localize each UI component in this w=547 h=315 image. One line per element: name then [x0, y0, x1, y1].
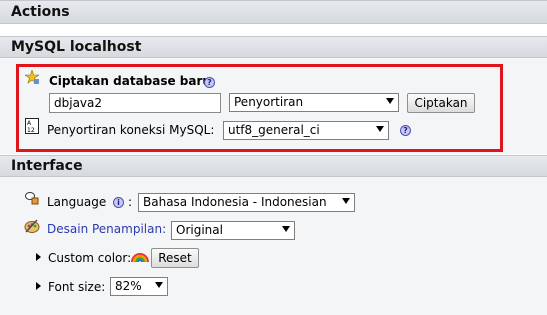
- language-icon: [25, 191, 39, 205]
- font-size-select-value: 82%: [115, 279, 142, 293]
- language-select-value: Bahasa Indonesia - Indonesian: [143, 195, 327, 209]
- theme-colon: :: [162, 222, 167, 236]
- chevron-down-icon: [282, 226, 290, 232]
- font-size-label: Font size:: [48, 280, 106, 294]
- language-colon: :: [128, 195, 133, 209]
- language-label: Language: [47, 195, 107, 209]
- theme-palette-icon: [24, 218, 40, 234]
- chevron-down-icon: [342, 198, 350, 204]
- info-icon-glyph: i: [117, 198, 120, 207]
- language-select[interactable]: Bahasa Indonesia - Indonesian: [138, 193, 355, 212]
- theme-link[interactable]: Desain Penampilan:: [47, 222, 166, 236]
- font-size-select[interactable]: 82%: [110, 277, 168, 296]
- theme-select-value: Original: [176, 223, 223, 237]
- interface-header: Interface: [0, 155, 547, 177]
- chevron-down-icon: [155, 282, 163, 288]
- mysql-header: MySQL localhost: [0, 36, 547, 58]
- actions-header: Actions: [0, 0, 547, 24]
- mysql-title: MySQL localhost: [11, 39, 142, 55]
- custom-color-label: Custom color:: [48, 251, 132, 265]
- actions-title: Actions: [11, 4, 70, 20]
- theme-label: Desain Penampilan: [47, 222, 163, 236]
- interface-title: Interface: [11, 158, 83, 174]
- expand-arrow-icon[interactable]: [36, 253, 41, 261]
- rainbow-icon: [130, 249, 150, 263]
- info-icon[interactable]: i: [113, 197, 124, 208]
- highlight-box: [16, 64, 503, 152]
- reset-button[interactable]: Reset: [151, 248, 199, 268]
- theme-select[interactable]: Original: [171, 221, 295, 240]
- expand-arrow-icon[interactable]: [36, 282, 41, 290]
